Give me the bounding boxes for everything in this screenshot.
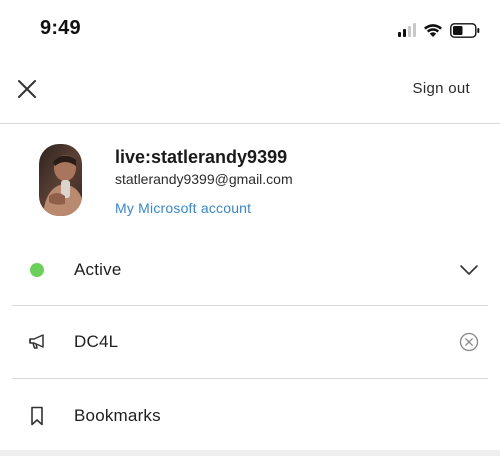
- megaphone-icon: [22, 327, 52, 357]
- cellular-signal-icon: [398, 23, 416, 37]
- status-row[interactable]: Active: [0, 234, 500, 306]
- wifi-icon: [423, 23, 443, 38]
- sign-out-button[interactable]: Sign out: [413, 80, 470, 97]
- clear-icon[interactable]: [456, 329, 482, 355]
- profile-info: live:statlerandy9399 statlerandy9399@gma…: [115, 146, 293, 216]
- status-label: Active: [74, 260, 122, 279]
- status-time: 9:49: [40, 17, 81, 39]
- bookmarks-label: Bookmarks: [74, 406, 161, 425]
- avatar[interactable]: [39, 144, 82, 216]
- battery-icon: [450, 22, 480, 38]
- email-address: statlerandy9399@gmail.com: [115, 171, 293, 187]
- chevron-down-icon[interactable]: [456, 257, 482, 283]
- username: live:statlerandy9399: [115, 147, 288, 167]
- status-dot-icon: [22, 255, 52, 285]
- bottom-separator: [0, 450, 500, 456]
- mood-message-label: DC4L: [74, 332, 119, 351]
- bookmark-icon: [22, 401, 52, 431]
- close-icon: [18, 80, 36, 98]
- profile-section: live:statlerandy9399 statlerandy9399@gma…: [0, 124, 500, 234]
- status-icons: [398, 20, 480, 40]
- status-bar: 9:49: [0, 0, 500, 60]
- mood-message-row[interactable]: DC4L: [0, 306, 500, 378]
- bookmarks-row[interactable]: Bookmarks: [0, 379, 500, 451]
- close-button[interactable]: [12, 74, 42, 104]
- account-header: Sign out: [0, 60, 500, 124]
- my-microsoft-account-link[interactable]: My Microsoft account: [115, 200, 293, 216]
